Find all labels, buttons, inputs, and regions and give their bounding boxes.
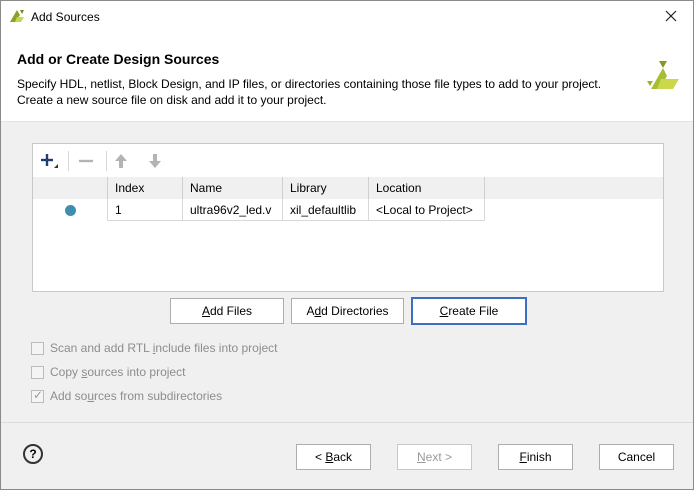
column-header-name[interactable]: Name: [183, 177, 283, 199]
arrow-up-icon: [115, 154, 127, 168]
table-cell-library[interactable]: xil_defaultlib: [283, 199, 369, 221]
create-file-button[interactable]: Create File: [411, 297, 527, 325]
subdirs-option[interactable]: ✓ Add sources from subdirectories: [31, 388, 222, 404]
table-cell-name[interactable]: ultra96v2_led.v: [183, 199, 283, 221]
column-header-filler: [485, 177, 663, 199]
close-button[interactable]: [649, 1, 693, 31]
move-up-button[interactable]: [111, 152, 131, 170]
scan-rtl-label: Scan and add RTL include files into proj…: [50, 341, 278, 355]
minus-icon: [79, 159, 93, 163]
vivado-app-icon: [10, 10, 24, 22]
description-line: Create a new source file on disk and add…: [17, 93, 327, 107]
add-directories-button[interactable]: Add Directories: [291, 298, 404, 324]
copy-sources-option[interactable]: Copy sources into project: [31, 364, 185, 380]
footer-divider: [1, 422, 693, 423]
scan-rtl-option[interactable]: Scan and add RTL include files into proj…: [31, 340, 278, 356]
status-dot-icon: [65, 205, 76, 216]
scan-rtl-checkbox[interactable]: [31, 341, 44, 355]
window-title: Add Sources: [31, 10, 100, 24]
plus-icon: [41, 154, 58, 168]
help-button[interactable]: ?: [23, 444, 43, 464]
column-header-index[interactable]: Index: [108, 177, 183, 199]
table-cell-index[interactable]: 1: [108, 199, 183, 221]
finish-button[interactable]: Finish: [498, 444, 573, 470]
table-row-status[interactable]: [33, 199, 108, 221]
toolbar-divider: [106, 151, 107, 171]
description-line: Specify HDL, netlist, Block Design, and …: [17, 77, 602, 91]
close-icon: [665, 10, 677, 22]
column-header-library[interactable]: Library: [283, 177, 369, 199]
copy-sources-checkbox[interactable]: [31, 365, 44, 379]
sources-toolbar: [33, 144, 663, 177]
column-header[interactable]: [33, 177, 108, 199]
add-files-button[interactable]: Add Files: [170, 298, 284, 324]
table-cell-location[interactable]: <Local to Project>: [369, 199, 485, 221]
column-header-location[interactable]: Location: [369, 177, 485, 199]
sources-panel: Index Name Library Location 1 ultra96v2_…: [32, 143, 664, 292]
cancel-button[interactable]: Cancel: [599, 444, 674, 470]
add-sources-dialog: Add Sources Add or Create Design Sources…: [0, 0, 694, 490]
next-button[interactable]: Next >: [397, 444, 472, 470]
move-down-button[interactable]: [145, 152, 165, 170]
back-button[interactable]: < Back: [296, 444, 371, 470]
header-panel: Add or Create Design Sources Specify HDL…: [1, 33, 693, 122]
page-description: Specify HDL, netlist, Block Design, and …: [17, 76, 637, 108]
add-source-button[interactable]: [39, 152, 59, 170]
page-title: Add or Create Design Sources: [17, 51, 220, 67]
checkmark-icon: ✓: [33, 387, 44, 402]
toolbar-divider: [68, 151, 69, 171]
copy-sources-label: Copy sources into project: [50, 365, 186, 379]
title-bar: Add Sources: [1, 1, 693, 33]
subdirs-label: Add sources from subdirectories: [50, 389, 223, 403]
arrow-down-icon: [149, 154, 161, 168]
xilinx-logo: [647, 61, 679, 89]
remove-source-button[interactable]: [76, 152, 96, 170]
subdirs-checkbox[interactable]: ✓: [31, 387, 44, 403]
